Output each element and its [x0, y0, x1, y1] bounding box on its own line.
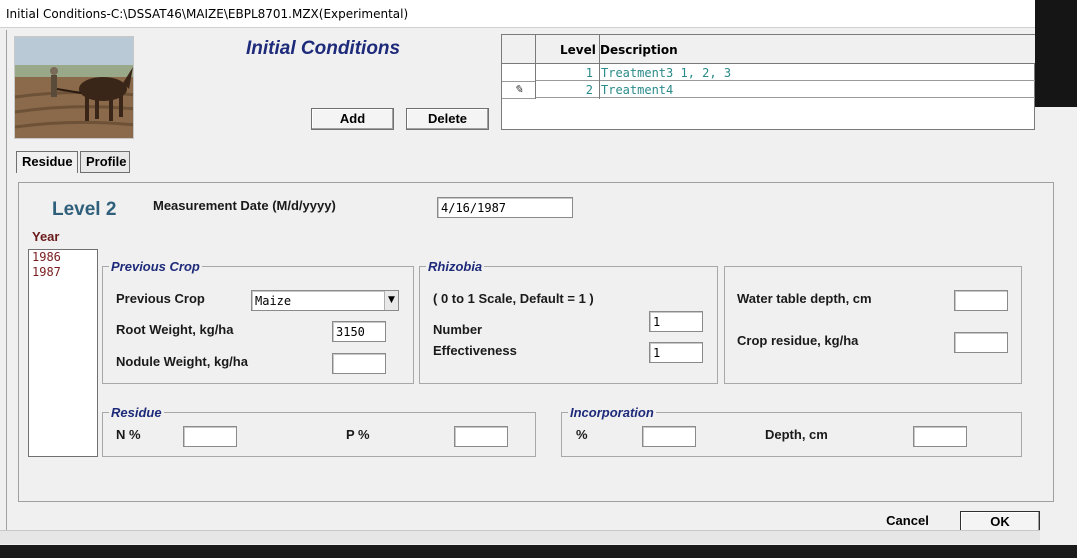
incorporation-depth-field[interactable]	[913, 426, 967, 447]
water-table-label: Water table depth, cm	[737, 291, 872, 306]
measurement-date-field[interactable]: 4/16/1987	[437, 197, 573, 218]
window-title: Initial Conditions-C:\DSSAT46\MAIZE\EBPL…	[6, 7, 409, 21]
grid-divider	[535, 35, 536, 99]
level-grid[interactable]: Level Description 1 Treatment3 1, 2, 3 2…	[501, 34, 1035, 130]
measurement-date-label: Measurement Date (M/d/yyyy)	[153, 198, 336, 213]
plowing-photo	[14, 36, 134, 139]
incorporation-depth-label: Depth, cm	[765, 427, 828, 442]
row-selector[interactable]: ✎	[502, 82, 536, 99]
horizontal-scrollbar[interactable]	[0, 530, 1040, 544]
nodule-weight-field[interactable]	[332, 353, 386, 374]
video-overlay	[1035, 0, 1077, 107]
level-heading: Level 2	[52, 199, 117, 220]
taskbar	[0, 545, 1077, 558]
table-row[interactable]: 2 Treatment4	[536, 82, 1035, 98]
cancel-button[interactable]: Cancel	[866, 511, 949, 532]
crop-residue-label: Crop residue, kg/ha	[737, 333, 859, 348]
pencil-icon: ✎	[514, 84, 524, 96]
row-level: 1	[585, 66, 593, 80]
previous-crop-value: Maize	[255, 294, 292, 308]
ok-button[interactable]: OK	[960, 511, 1040, 532]
water-table-field[interactable]	[954, 290, 1008, 311]
previous-crop-select[interactable]: Maize ▼	[251, 290, 399, 311]
crop-residue-field[interactable]	[954, 332, 1008, 353]
app-title: Initial Conditions	[246, 38, 401, 59]
water-residue-group	[724, 266, 1022, 384]
row-level: 2	[585, 83, 593, 97]
rhizobia-scale-note: ( 0 to 1 Scale, Default = 1 )	[433, 291, 594, 306]
rhizobia-title: Rhizobia	[426, 259, 485, 274]
tab-profile[interactable]: Profile	[80, 151, 130, 173]
root-weight-field[interactable]: 3150	[332, 321, 386, 342]
row-description: Treatment4	[601, 83, 674, 97]
row-selector[interactable]	[502, 65, 536, 82]
nodule-weight-label: Nodule Weight, kg/ha	[116, 354, 248, 369]
rhizobia-effectiveness-label: Effectiveness	[433, 343, 517, 358]
incorporation-pct-field[interactable]	[642, 426, 696, 447]
list-item[interactable]: 1986	[29, 250, 97, 265]
incorporation-pct-label: %	[576, 427, 588, 442]
previous-crop-title: Previous Crop	[109, 259, 202, 274]
title-bar: Initial Conditions-C:\DSSAT46\MAIZE\EBPL…	[0, 0, 1077, 28]
row-description: Treatment3 1, 2, 3	[601, 66, 732, 80]
incorporation-title: Incorporation	[568, 405, 656, 420]
level-column-header[interactable]: Level	[560, 43, 596, 57]
root-weight-label: Root Weight, kg/ha	[116, 322, 234, 337]
residue-p-field[interactable]	[454, 426, 508, 447]
delete-button[interactable]: Delete	[406, 108, 489, 130]
description-column-header[interactable]: Description	[600, 43, 678, 57]
add-button[interactable]: Add	[311, 108, 394, 130]
residue-n-field[interactable]	[183, 426, 237, 447]
previous-crop-label: Previous Crop	[116, 291, 205, 306]
chevron-down-icon[interactable]: ▼	[384, 291, 398, 310]
tab-residue[interactable]: Residue	[16, 151, 78, 173]
residue-title: Residue	[109, 405, 164, 420]
rhizobia-effectiveness-field[interactable]: 1	[649, 342, 703, 363]
rhizobia-number-label: Number	[433, 322, 483, 337]
residue-p-label: P %	[346, 427, 370, 442]
year-list[interactable]: 1986 1987	[28, 249, 98, 457]
table-row[interactable]: 1 Treatment3 1, 2, 3	[536, 65, 1035, 81]
grid-divider	[599, 35, 600, 99]
residue-n-label: N %	[116, 427, 141, 442]
list-item[interactable]: 1987	[29, 265, 97, 280]
rhizobia-number-field[interactable]: 1	[649, 311, 703, 332]
year-label: Year	[32, 229, 60, 244]
